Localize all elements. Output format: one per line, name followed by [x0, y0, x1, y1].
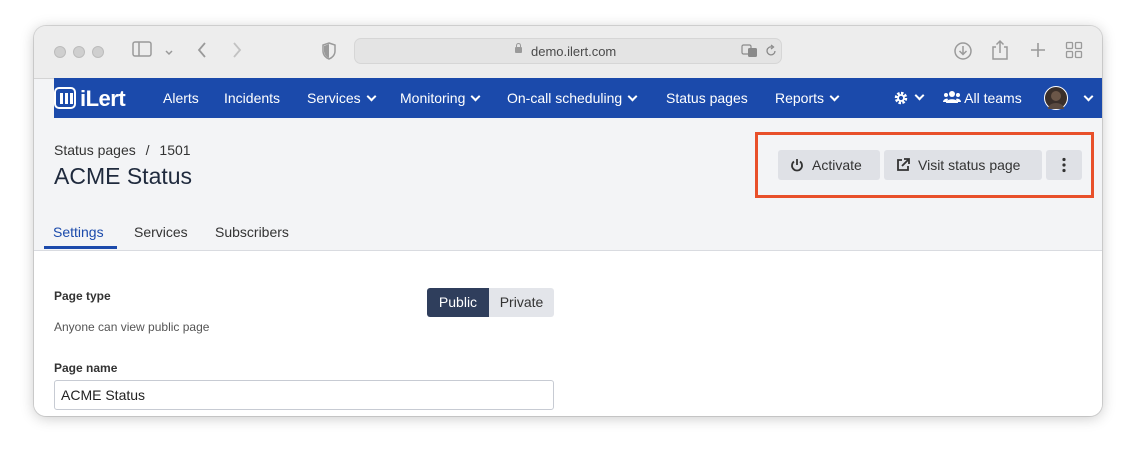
chevron-down-icon — [627, 91, 638, 102]
tab-services[interactable]: Services — [134, 224, 188, 240]
breadcrumb-separator: / — [145, 142, 150, 158]
page-type-public-option[interactable]: Public — [427, 288, 489, 317]
page-name-input[interactable]: ACME Status — [54, 380, 554, 410]
nav-alerts[interactable]: Alerts — [163, 90, 199, 106]
nav-services[interactable]: Services — [307, 90, 377, 106]
tab-subscribers[interactable]: Subscribers — [215, 224, 289, 240]
page-header: Status pages / 1501 ACME Status Activate… — [34, 118, 1102, 251]
sidebar-toggle-icon[interactable] — [132, 41, 152, 63]
breadcrumb-status-pages[interactable]: Status pages — [54, 142, 136, 158]
forward-icon[interactable] — [231, 41, 243, 65]
nav-monitoring[interactable]: Monitoring — [400, 90, 481, 106]
new-tab-icon[interactable] — [1029, 41, 1047, 65]
page-type-help: Anyone can view public page — [54, 320, 210, 334]
nav-reports[interactable]: Reports — [775, 90, 840, 106]
active-tab-indicator — [44, 246, 117, 249]
address-bar[interactable]: demo.ilert.com — [354, 38, 782, 64]
translate-icon[interactable] — [741, 44, 759, 63]
share-icon[interactable] — [991, 39, 1009, 67]
chevron-down-icon[interactable] — [1083, 91, 1094, 102]
chevron-down-icon — [366, 91, 377, 102]
back-icon[interactable] — [196, 41, 208, 65]
top-navigation: iLert Alerts Incidents Services Monitori… — [54, 78, 1102, 118]
breadcrumb: Status pages / 1501 — [54, 142, 191, 158]
page-type-label: Page type — [54, 289, 111, 303]
nav-incidents[interactable]: Incidents — [224, 90, 280, 106]
breadcrumb-current: 1501 — [159, 142, 191, 158]
gear-icon — [894, 92, 908, 105]
chevron-down-icon[interactable] — [164, 44, 174, 64]
chevron-down-icon — [470, 91, 481, 102]
browser-window: demo.ilert.com iLert Alerts Incidents Se… — [34, 26, 1102, 416]
nav-services-label: Services — [307, 90, 361, 106]
shield-icon[interactable] — [322, 42, 336, 66]
chevron-down-icon — [829, 91, 840, 102]
minimize-window-button[interactable] — [73, 46, 85, 58]
nav-on-call-scheduling[interactable]: On-call scheduling — [507, 90, 638, 106]
nav-on-call-label: On-call scheduling — [507, 90, 623, 106]
avatar[interactable] — [1044, 86, 1068, 110]
download-icon[interactable] — [953, 41, 973, 67]
tab-overview-icon[interactable] — [1065, 41, 1083, 65]
page-name-label: Page name — [54, 361, 118, 375]
actions-highlight-box — [755, 132, 1094, 198]
close-window-button[interactable] — [54, 46, 66, 58]
browser-toolbar: demo.ilert.com — [34, 26, 1102, 79]
teams-label: All teams — [964, 90, 1022, 106]
zoom-window-button[interactable] — [92, 46, 104, 58]
chevron-down-icon — [914, 90, 925, 101]
settings-form: Page type Anyone can view public page Pu… — [34, 251, 1102, 416]
nav-reports-label: Reports — [775, 90, 825, 106]
user-photo-icon — [1048, 91, 1064, 109]
nav-monitoring-label: Monitoring — [400, 90, 466, 106]
logo-mark-icon — [54, 87, 76, 109]
logo-text: iLert — [80, 86, 126, 111]
page-title: ACME Status — [54, 163, 193, 189]
nav-status-pages[interactable]: Status pages — [666, 90, 748, 106]
settings-menu[interactable] — [893, 89, 925, 106]
tab-settings[interactable]: Settings — [53, 224, 104, 240]
teams-selector[interactable]: All teams — [943, 90, 1022, 106]
page-type-private-option[interactable]: Private — [489, 288, 554, 317]
users-icon — [943, 91, 961, 103]
reload-icon[interactable] — [765, 44, 777, 63]
lock-icon — [515, 43, 522, 53]
url-text: demo.ilert.com — [531, 44, 617, 59]
